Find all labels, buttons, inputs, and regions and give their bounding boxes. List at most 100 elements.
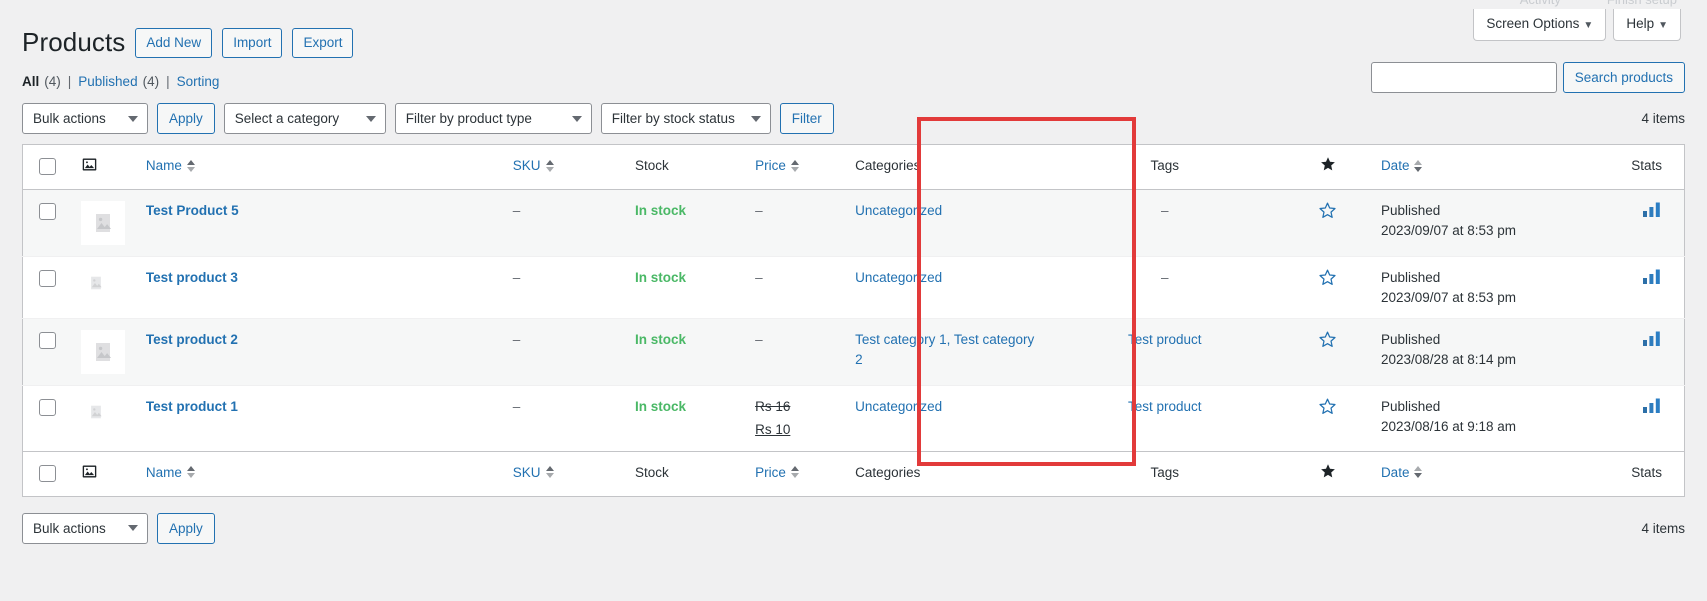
- row-checkbox[interactable]: [39, 270, 56, 288]
- category-link[interactable]: Test category 1, Test category 2: [855, 332, 1034, 367]
- row-sku-cell: –: [502, 256, 626, 320]
- product-name-link[interactable]: Test product 2: [146, 332, 238, 347]
- sku-column-label[interactable]: SKU: [513, 156, 541, 176]
- bulk-actions-select-bottom[interactable]: Bulk actions: [22, 512, 148, 544]
- sort-arrows-icon[interactable]: [186, 466, 195, 479]
- sku-column-footer[interactable]: SKU: [502, 450, 626, 497]
- products-page-wrap: Products Add New Import Export All (4) |…: [0, 0, 1707, 545]
- stock-status-filter-label: Filter by stock status: [611, 111, 735, 127]
- sort-arrows-icon[interactable]: [790, 159, 799, 172]
- bar-chart-icon[interactable]: [1642, 330, 1662, 353]
- stats-column-header: Stats: [1584, 144, 1685, 191]
- row-stats-cell: [1584, 189, 1685, 258]
- row-checkbox[interactable]: [39, 399, 56, 417]
- export-button[interactable]: Export: [292, 27, 354, 59]
- stock-status-filter-select[interactable]: Filter by stock status: [600, 103, 771, 135]
- name-column-header[interactable]: Name: [135, 144, 503, 191]
- bulk-actions-select-top[interactable]: Bulk actions: [22, 103, 148, 135]
- date-status: Published: [1380, 399, 1441, 415]
- row-name-cell: Test product 1: [136, 386, 503, 451]
- name-column-label[interactable]: Name: [146, 463, 182, 483]
- tag-link[interactable]: Test product: [1128, 332, 1202, 347]
- price-column-label[interactable]: Price: [755, 463, 786, 483]
- table-body: Test Product 5 – In stock – Uncategorize…: [22, 189, 1685, 451]
- row-date-cell: Published 2023/08/16 at 9:18 am: [1371, 386, 1584, 451]
- filter-button[interactable]: Filter: [779, 103, 834, 135]
- add-new-button[interactable]: Add New: [135, 27, 213, 59]
- bar-chart-icon[interactable]: [1642, 397, 1662, 420]
- view-sorting-link[interactable]: Sorting: [177, 74, 220, 89]
- product-name-link[interactable]: Test product 3: [146, 270, 238, 285]
- import-button[interactable]: Import: [222, 27, 283, 59]
- apply-button-top[interactable]: Apply: [157, 103, 215, 135]
- row-price-cell: –: [745, 256, 846, 320]
- date-column-footer[interactable]: Date: [1370, 450, 1585, 497]
- name-column-label[interactable]: Name: [146, 156, 182, 176]
- price-column-header[interactable]: Price: [745, 144, 846, 191]
- category-link[interactable]: Uncategorized: [855, 399, 942, 414]
- product-name-link[interactable]: Test Product 5: [146, 203, 239, 218]
- sale-price: Rs 10: [755, 422, 791, 438]
- category-filter-select[interactable]: Select a category: [223, 103, 386, 135]
- product-thumbnail-placeholder-icon: [81, 268, 112, 299]
- search-input[interactable]: [1370, 62, 1557, 93]
- category-link[interactable]: Uncategorized: [855, 203, 942, 218]
- categories-column-label: Categories: [855, 464, 921, 480]
- category-link[interactable]: Uncategorized: [855, 270, 942, 285]
- row-checkbox[interactable]: [39, 332, 56, 350]
- price-column-footer[interactable]: Price: [745, 450, 846, 497]
- row-sku-cell: –: [502, 189, 626, 258]
- bar-chart-icon[interactable]: [1642, 201, 1662, 224]
- row-select-cell: [22, 318, 72, 387]
- select-all-checkbox-bottom[interactable]: [39, 464, 56, 482]
- view-published-link[interactable]: Published: [78, 74, 137, 89]
- price-column-label[interactable]: Price: [755, 156, 786, 176]
- product-type-filter-select[interactable]: Filter by product type: [394, 103, 592, 135]
- tag-link[interactable]: Test product: [1128, 399, 1202, 414]
- sku-column-label[interactable]: SKU: [513, 463, 541, 483]
- views-separator: |: [166, 73, 170, 89]
- search-products-button[interactable]: Search products: [1562, 62, 1685, 93]
- table-foot: Name SKU Stock Price Categories Tags Dat…: [22, 450, 1685, 497]
- bar-chart-icon[interactable]: [1642, 268, 1662, 291]
- row-stats-cell: [1584, 318, 1685, 387]
- star-outline-icon[interactable]: [1318, 201, 1337, 226]
- thumbnail-column-footer: [71, 450, 136, 497]
- stock-status-badge: In stock: [635, 332, 687, 348]
- product-name-link[interactable]: Test product 1: [146, 399, 238, 414]
- product-thumbnail-placeholder-icon: [81, 330, 126, 375]
- view-all-link[interactable]: All: [22, 74, 39, 89]
- date-column-label[interactable]: Date: [1381, 156, 1410, 176]
- row-checkbox[interactable]: [39, 203, 56, 221]
- featured-column-header: [1284, 144, 1371, 191]
- row-sku-cell: –: [502, 318, 626, 387]
- row-featured-cell: [1284, 256, 1371, 320]
- apply-button-bottom[interactable]: Apply: [157, 512, 215, 544]
- sort-arrows-icon[interactable]: [1414, 466, 1423, 479]
- name-column-footer[interactable]: Name: [135, 450, 503, 497]
- date-column-header[interactable]: Date: [1370, 144, 1585, 191]
- tags-column-header: Tags: [1045, 144, 1285, 191]
- items-count-top: 4 items: [1641, 111, 1685, 127]
- stats-column-footer: Stats: [1584, 450, 1685, 497]
- view-all-count: (4): [44, 73, 61, 89]
- star-outline-icon[interactable]: [1318, 268, 1337, 293]
- star-outline-icon[interactable]: [1318, 330, 1337, 355]
- select-all-checkbox-top[interactable]: [39, 157, 56, 175]
- date-column-label[interactable]: Date: [1381, 463, 1410, 483]
- sort-arrows-icon[interactable]: [545, 159, 554, 172]
- sort-arrows-icon[interactable]: [1414, 159, 1423, 172]
- page-title: Products: [22, 27, 126, 57]
- sort-arrows-icon[interactable]: [545, 466, 554, 479]
- sku-column-header[interactable]: SKU: [502, 144, 626, 191]
- row-name-cell: Test Product 5: [135, 189, 503, 258]
- row-categories-cell: Test category 1, Test category 2: [845, 318, 1046, 387]
- star-icon: [1320, 463, 1336, 485]
- row-date-cell: Published 2023/09/07 at 8:53 pm: [1370, 256, 1585, 320]
- star-outline-icon[interactable]: [1318, 397, 1337, 422]
- row-featured-cell: [1284, 189, 1371, 258]
- sort-arrows-icon[interactable]: [186, 159, 195, 172]
- table-row: Test product 3 – In stock – Uncategorize…: [22, 256, 1685, 320]
- sort-arrows-icon[interactable]: [790, 466, 799, 479]
- product-type-filter-label: Filter by product type: [405, 111, 532, 127]
